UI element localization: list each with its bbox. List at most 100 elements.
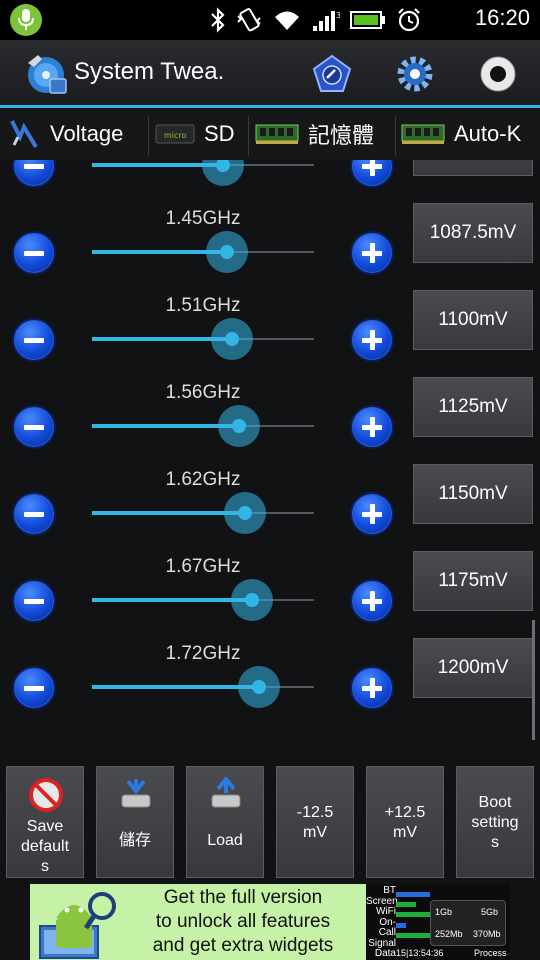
app-icon[interactable] [22, 49, 68, 97]
button-label: 儲存 [99, 831, 171, 851]
voltage-value-button[interactable]: 1125mV [413, 377, 533, 437]
widget-label: BT [383, 885, 396, 896]
frequency-label: 1.67GHz [165, 556, 241, 577]
frequency-label: 1.51GHz [165, 295, 241, 316]
plus-icon [370, 678, 375, 698]
slider-thumb[interactable] [206, 231, 248, 273]
button-label-line: setting [471, 814, 519, 831]
decrease-button[interactable] [12, 579, 56, 623]
button-label-line: s [41, 858, 49, 875]
voltage-slider[interactable] [92, 492, 314, 534]
increase-button[interactable] [350, 405, 394, 449]
voltage-slider[interactable] [92, 160, 314, 186]
widget-bars [396, 892, 430, 938]
voltage-slider[interactable] [92, 318, 314, 360]
minus-icon [24, 599, 44, 604]
slider-fill [92, 598, 252, 602]
voltage-slider[interactable] [92, 666, 314, 708]
tab-voltage[interactable]: Voltage [8, 108, 123, 160]
tab-separator [148, 116, 149, 156]
increase-button[interactable] [350, 579, 394, 623]
tab-memory[interactable]: 記憶體 [254, 108, 374, 160]
button-label-line: default [20, 838, 70, 855]
tab-auto-k[interactable]: Auto-K [400, 108, 521, 160]
voltage-row: 1.51GHz 1100mV [0, 290, 540, 379]
tab-label: SD [204, 121, 235, 146]
cpu-chip-icon [10, 120, 38, 149]
button-label-line: s [491, 834, 499, 851]
button-label: +12.5 mV [369, 803, 441, 843]
save-defaults-button[interactable]: Save default s [6, 766, 84, 878]
increase-button[interactable] [350, 160, 394, 188]
increase-all-button[interactable]: +12.5 mV [366, 766, 444, 878]
button-label-line: -12.5 [296, 804, 334, 821]
signal-icon: 3G [313, 11, 340, 31]
decrease-button[interactable] [12, 405, 56, 449]
voltage-row: 1.45GHz 1087.5mV [0, 203, 540, 292]
button-label-line: mV [393, 824, 417, 841]
no-entry-icon [28, 777, 64, 813]
voltage-value-button[interactable]: 1087.5mV [413, 203, 533, 263]
minus-icon [24, 164, 44, 169]
button-label-line: Boot [478, 794, 512, 811]
frequency-label: 1.72GHz [165, 643, 241, 664]
plus-icon [370, 243, 375, 263]
voltage-row: 1.56GHz 1125mV [0, 377, 540, 466]
slider-thumb[interactable] [224, 492, 266, 534]
increase-button[interactable] [350, 666, 394, 710]
widget-storage: 5Gb [481, 907, 499, 917]
widget-labels: BT Screen WiFi On-Call Signal Data [366, 885, 398, 960]
ad-line: Get the full version [163, 887, 323, 908]
scrollbar[interactable] [532, 620, 535, 740]
voltage-value-button[interactable]: 1075mV [413, 160, 533, 176]
minus-icon [24, 512, 44, 517]
decrease-all-button[interactable]: -12.5 mV [276, 766, 354, 878]
voltage-value-button[interactable]: 1175mV [413, 551, 533, 611]
plus-icon [370, 591, 375, 611]
voltage-list[interactable]: 1.4GHz1075mV 1.45GHz 1087.5mV 1.51GHz 1100mV… [0, 160, 540, 760]
bottom-button-bar: Save default s 儲存 Load -12.5 mV +12.5 mV Boot sett… [0, 760, 540, 882]
alarm-icon [398, 8, 420, 32]
button-label: Load [189, 831, 261, 851]
save-button[interactable]: 儲存 [96, 766, 174, 878]
increase-button[interactable] [350, 231, 394, 275]
slider-thumb[interactable] [231, 579, 273, 621]
voltage-slider[interactable] [92, 579, 314, 621]
load-drive-icon [208, 775, 244, 813]
voltage-slider[interactable] [92, 405, 314, 447]
decrease-button[interactable] [12, 160, 56, 188]
decrease-button[interactable] [12, 492, 56, 536]
decrease-button[interactable] [12, 666, 56, 710]
widget-process: Process [474, 948, 507, 958]
pentagon-icon[interactable] [312, 54, 352, 94]
ad-banner[interactable]: Get the full version to unlock all featu… [30, 884, 510, 960]
gear-icon[interactable] [395, 54, 435, 94]
tab-sd[interactable]: micro SD [154, 108, 235, 160]
widget-label: Data [374, 948, 396, 959]
voltage-value-button[interactable]: 1150mV [413, 464, 533, 524]
slider-thumb[interactable] [218, 405, 260, 447]
decrease-button[interactable] [12, 231, 56, 275]
plus-icon [370, 330, 375, 350]
decrease-button[interactable] [12, 318, 56, 362]
frequency-label: 1.45GHz [165, 208, 241, 229]
boot-settings-button[interactable]: Boot setting s [456, 766, 534, 878]
memory-icon [255, 124, 299, 144]
slider-thumb[interactable] [202, 160, 244, 186]
voltage-slider[interactable] [92, 231, 314, 273]
record-icon[interactable] [478, 54, 518, 94]
voltage-value-button[interactable]: 1200mV [413, 638, 533, 698]
increase-button[interactable] [350, 492, 394, 536]
tab-label: Voltage [50, 121, 124, 146]
ad-text: Get the full version to unlock all featu… [120, 886, 366, 958]
widget-label: WiFi [376, 906, 396, 917]
voltage-value-button[interactable]: 1100mV [413, 290, 533, 350]
slider-thumb[interactable] [211, 318, 253, 360]
slider-thumb[interactable] [238, 666, 280, 708]
app-title: System Twea. [74, 58, 225, 85]
slider-fill [92, 685, 259, 689]
plus-icon [370, 160, 375, 176]
increase-button[interactable] [350, 318, 394, 362]
load-button[interactable]: Load [186, 766, 264, 878]
widget-storage: 1Gb [435, 907, 453, 917]
